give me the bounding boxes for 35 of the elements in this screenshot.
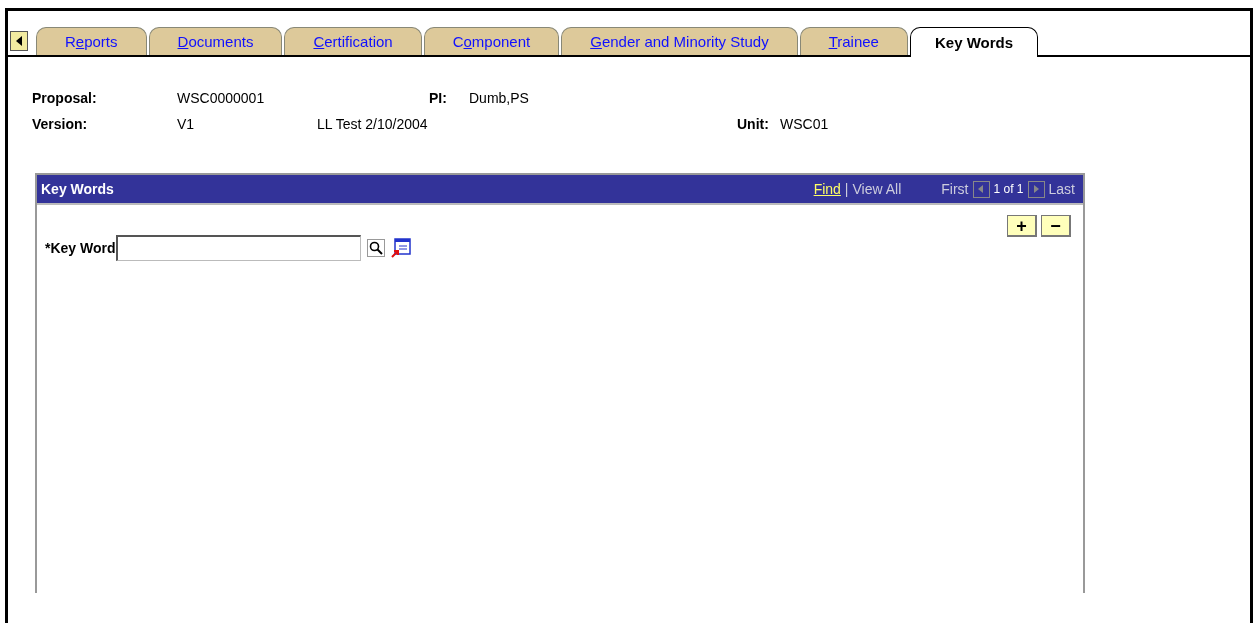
tab[interactable]: Documents	[148, 27, 283, 55]
add-row-button[interactable]: +	[1007, 215, 1037, 237]
tab[interactable]: Trainee	[799, 27, 908, 55]
key-word-label: *Key Word	[45, 240, 116, 256]
previous-button[interactable]	[972, 180, 990, 198]
pi-label: PI:	[429, 90, 448, 106]
tab[interactable]: Component	[423, 27, 560, 55]
left-arrow-icon	[977, 184, 985, 194]
scroll-left-button[interactable]	[10, 31, 28, 51]
unit-label: Unit:	[737, 116, 770, 132]
first-label: First	[941, 181, 969, 197]
row-count: 1 of 1	[993, 182, 1024, 196]
view-all-link[interactable]: View All	[852, 181, 902, 197]
right-arrow-icon	[1032, 184, 1041, 194]
proposal-value: WSC0000001	[177, 90, 266, 106]
grid-title: Key Words	[41, 181, 115, 197]
delete-row-button[interactable]: −	[1041, 215, 1071, 237]
next-button[interactable]	[1027, 180, 1045, 198]
version-value: V1	[177, 116, 196, 132]
tab[interactable]: Certification	[284, 27, 422, 55]
left-arrow-icon	[14, 35, 24, 47]
proposal-label: Proposal:	[32, 90, 98, 106]
key-word-field[interactable]	[115, 235, 361, 261]
tab[interactable]: Reports	[36, 27, 147, 55]
separator: |	[844, 181, 849, 197]
version-label: Version:	[32, 116, 89, 132]
pi-value: Dumb,PS	[469, 90, 529, 106]
version-description: LL Test 2/10/2004	[317, 116, 429, 132]
unit-value: WSC01	[780, 116, 829, 132]
window-icon[interactable]	[390, 238, 411, 258]
last-label: Last	[1048, 181, 1075, 197]
search-icon[interactable]	[366, 239, 385, 257]
tab[interactable]: Key Words	[909, 27, 1039, 57]
tab[interactable]: Gender and Minority Study	[561, 27, 798, 55]
find-link[interactable]: Find	[813, 181, 841, 197]
